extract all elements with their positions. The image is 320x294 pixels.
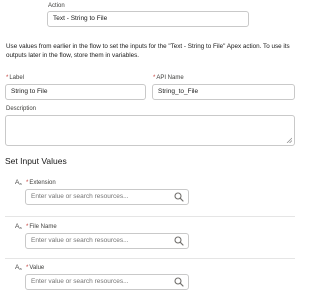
- input-label-value: *Value: [26, 265, 44, 272]
- required-marker: *: [26, 180, 29, 186]
- placeholder-text: Enter value or search resources...: [31, 193, 129, 200]
- placeholder-text: Enter value or search resources...: [31, 278, 129, 285]
- action-field[interactable]: Text - String to File: [47, 11, 249, 27]
- divider: [5, 216, 295, 217]
- api-name-field-label: *API Name: [153, 75, 184, 82]
- text-type-icon: Aa: [15, 264, 22, 271]
- input-label-text: Extension: [29, 180, 56, 186]
- placeholder-text: Enter value or search resources...: [31, 237, 129, 244]
- value-input[interactable]: Enter value or search resources...: [25, 274, 189, 290]
- description-field-label: Description: [6, 106, 37, 112]
- resize-handle-icon[interactable]: [286, 137, 292, 143]
- search-icon[interactable]: [174, 236, 184, 246]
- icon-subscript: a: [19, 225, 22, 230]
- divider: [5, 258, 295, 259]
- api-name-input[interactable]: String_to_File: [152, 84, 295, 100]
- required-marker: *: [6, 75, 9, 81]
- required-marker: *: [26, 265, 29, 271]
- required-marker: *: [26, 224, 29, 230]
- label-field-label-text: Label: [9, 75, 25, 81]
- required-marker: *: [153, 75, 156, 81]
- text-type-icon: Aa: [15, 223, 22, 230]
- extension-input[interactable]: Enter value or search resources...: [25, 189, 189, 205]
- search-icon[interactable]: [174, 192, 184, 202]
- input-label-text: File Name: [29, 224, 57, 230]
- file-name-input[interactable]: Enter value or search resources...: [25, 233, 189, 249]
- section-title: Set Input Values: [5, 156, 67, 166]
- action-label: Action: [48, 3, 65, 9]
- search-icon[interactable]: [174, 277, 184, 287]
- icon-subscript: a: [19, 181, 22, 186]
- label-field-label: *Label: [6, 75, 24, 82]
- input-label-text: Value: [29, 265, 45, 271]
- description-textarea[interactable]: [5, 115, 295, 146]
- input-label-extension: *Extension: [26, 180, 56, 187]
- instructions-text: Use values from earlier in the flow to s…: [6, 43, 290, 59]
- icon-subscript: a: [19, 266, 22, 271]
- api-name-field-label-text: API Name: [156, 75, 184, 81]
- text-type-icon: Aa: [15, 179, 22, 186]
- input-label-file-name: *File Name: [26, 224, 57, 231]
- label-input[interactable]: String to File: [5, 84, 146, 100]
